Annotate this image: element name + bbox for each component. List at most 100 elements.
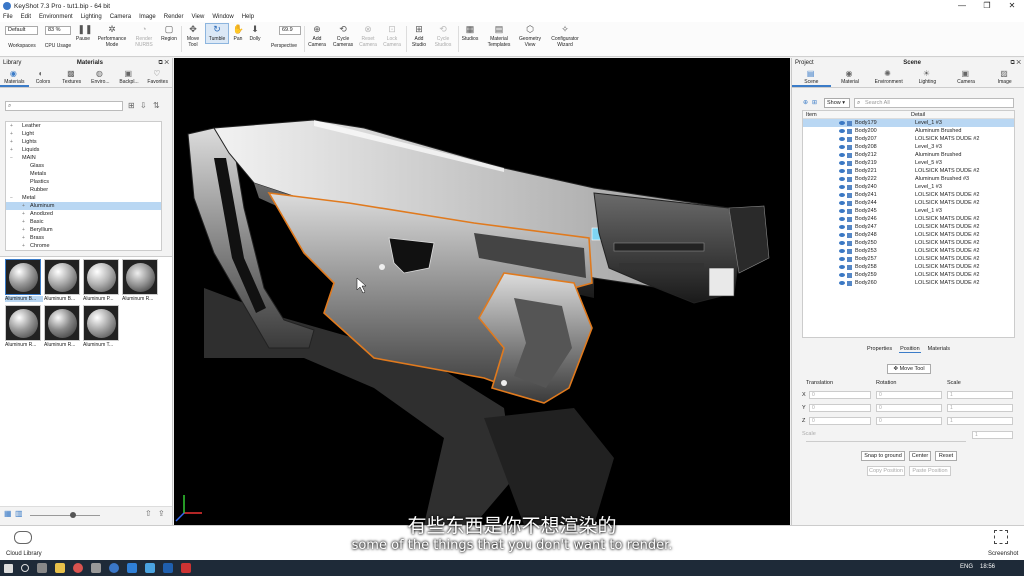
render-viewport[interactable] [174, 58, 790, 525]
add-camera-button[interactable]: ⊕ Add Camera [306, 24, 328, 48]
visibility-eye-icon[interactable] [839, 169, 845, 173]
scene-tree[interactable]: Item Detail Body179 Level_1 #3 Body200 Alumi… [802, 110, 1015, 338]
scene-row[interactable]: Body259 LOLSICK MATS DUDE #2 [803, 271, 1014, 279]
tab-textures[interactable]: ▩ Textures [57, 68, 86, 87]
menu-edit[interactable]: Edit [21, 14, 31, 20]
tab-materials[interactable]: ◉ Materials [0, 68, 29, 87]
keyshot-taskbar-icon[interactable] [109, 563, 119, 573]
scene-row[interactable]: Body222 Aluminum Brushed #3 [803, 175, 1014, 183]
subtab-materials[interactable]: Materials [927, 346, 951, 353]
library-search-input[interactable]: ⌕ [5, 101, 123, 111]
material-tree[interactable]: + Leather + Light + Lights + Liquids − MAIN G… [5, 121, 162, 251]
scene-row[interactable]: Body241 LOLSICK MATS DUDE #2 [803, 191, 1014, 199]
reset-camera-button[interactable]: ⊗ Reset Camera [357, 24, 379, 48]
visibility-eye-icon[interactable] [839, 225, 845, 229]
visibility-eye-icon[interactable] [839, 201, 845, 205]
visibility-eye-icon[interactable] [839, 193, 845, 197]
tree-item-beryllium[interactable]: + Beryllium [6, 226, 161, 234]
panel-pin-close-icon[interactable]: ⧉ ✕ [158, 60, 169, 67]
scale-x-field[interactable]: 1 [947, 391, 1013, 399]
tree-item-plastics[interactable]: Plastics [6, 178, 161, 186]
menu-image[interactable]: Image [139, 14, 156, 20]
studios-button[interactable]: ▦ Studios [459, 24, 481, 43]
visibility-eye-icon[interactable] [839, 121, 845, 125]
app-icon[interactable] [91, 563, 101, 573]
tree-item-liquids[interactable]: + Liquids [6, 146, 161, 154]
visibility-eye-icon[interactable] [839, 153, 845, 157]
start-icon[interactable] [4, 563, 13, 573]
tree-item-main[interactable]: − MAIN [6, 154, 161, 162]
tab-camera[interactable]: ▣ Camera [947, 68, 986, 87]
scale-z-field[interactable]: 1 [947, 417, 1013, 425]
menu-file[interactable]: File [3, 14, 13, 20]
tab-image[interactable]: ▨ Image [985, 68, 1024, 87]
move-tool-button[interactable]: ✥ Move Tool [183, 24, 203, 48]
visibility-eye-icon[interactable] [839, 265, 845, 269]
visibility-eye-icon[interactable] [839, 281, 845, 285]
visibility-eye-icon[interactable] [839, 233, 845, 237]
material-templates-button[interactable]: ▤ Material Templates [484, 24, 514, 48]
move-tool-button[interactable]: ✥ Move Tool [887, 364, 931, 374]
scene-row[interactable]: Body246 LOLSICK MATS DUDE #2 [803, 215, 1014, 223]
tab-environment[interactable]: ✺ Environment [869, 68, 908, 87]
tab-material[interactable]: ◉ Material [831, 68, 870, 87]
rotation-y-field[interactable]: 0 [876, 404, 942, 412]
add-studio-button[interactable]: ⊞ Add Studio [408, 24, 430, 48]
geometry-view-button[interactable]: ⬡ Geometry View [515, 24, 545, 48]
scene-row[interactable]: Body260 LOLSICK MATS DUDE #2 [803, 279, 1014, 287]
tree-item-metal[interactable]: − Metal [6, 194, 161, 202]
uniform-scale-field[interactable]: 1 [972, 431, 1013, 439]
scale-y-field[interactable]: 1 [947, 404, 1013, 412]
scene-row[interactable]: Body240 Level_1 #3 [803, 183, 1014, 191]
tab-lighting[interactable]: ☀ Lighting [908, 68, 947, 87]
paste-position-button[interactable]: Paste Position [909, 466, 951, 476]
menu-window[interactable]: Window [212, 14, 233, 20]
scene-row[interactable]: Body250 LOLSICK MATS DUDE #2 [803, 239, 1014, 247]
subtab-position[interactable]: Position [899, 346, 921, 353]
thumb-aluminum-4[interactable] [122, 259, 158, 295]
scene-row[interactable]: Body207 LOLSICK MATS DUDE #2 [803, 135, 1014, 143]
visibility-eye-icon[interactable] [839, 161, 845, 165]
translation-z-field[interactable]: 0 [809, 417, 871, 425]
app-icon[interactable] [163, 563, 173, 573]
visibility-eye-icon[interactable] [839, 209, 845, 213]
tree-item-chrome[interactable]: + Chrome [6, 242, 161, 250]
configurator-wizard-button[interactable]: ✧ Configurator Wizard [547, 24, 583, 48]
tree-item-brass[interactable]: + Brass [6, 234, 161, 242]
scene-row[interactable]: Body258 LOLSICK MATS DUDE #2 [803, 263, 1014, 271]
thumb-aluminum-7[interactable] [83, 305, 119, 341]
tab-scene[interactable]: ▤ Scene [792, 68, 831, 87]
tree-item-basic[interactable]: + Basic [6, 218, 161, 226]
scene-row[interactable]: Body179 Level_1 #3 [803, 119, 1014, 127]
thumb-aluminum-3[interactable] [83, 259, 119, 295]
translation-y-field[interactable]: 0 [809, 404, 871, 412]
visibility-eye-icon[interactable] [839, 273, 845, 277]
visibility-eye-icon[interactable] [839, 145, 845, 149]
app-icon[interactable] [181, 563, 191, 573]
dolly-button[interactable]: ⬇ Dolly [246, 24, 264, 43]
copy-position-button[interactable]: Copy Position [867, 466, 905, 476]
tree-item-lights[interactable]: + Lights [6, 138, 161, 146]
visibility-eye-icon[interactable] [839, 137, 845, 141]
tree-item-rubber[interactable]: Rubber [6, 186, 161, 194]
task-view-icon[interactable] [37, 563, 47, 573]
sync-icon[interactable]: ⇅ [153, 101, 160, 110]
center-button[interactable]: Center [909, 451, 931, 461]
visibility-eye-icon[interactable] [839, 257, 845, 261]
scene-search-input[interactable]: ⌕ Search All [854, 98, 1014, 108]
scene-row[interactable]: Body244 LOLSICK MATS DUDE #2 [803, 199, 1014, 207]
language-indicator[interactable]: ENG [960, 564, 973, 570]
lock-camera-button[interactable]: ⊡ Lock Camera [381, 24, 403, 48]
tab-environments[interactable]: ◍ Enviro... [86, 68, 115, 87]
scene-row[interactable]: Body247 LOLSICK MATS DUDE #2 [803, 223, 1014, 231]
region-button[interactable]: ▢ Region [158, 24, 180, 43]
app-icon[interactable] [145, 563, 155, 573]
menu-camera[interactable]: Camera [110, 14, 131, 20]
tree-item-aluminum[interactable]: + Aluminum [6, 202, 161, 210]
visibility-eye-icon[interactable] [839, 217, 845, 221]
panel-pin-close-icon[interactable]: ⧉ ✕ [1010, 60, 1021, 67]
visibility-eye-icon[interactable] [839, 177, 845, 181]
scale-slider[interactable] [806, 441, 966, 442]
workspace-select[interactable]: Default [5, 26, 38, 35]
cpu-usage-select[interactable]: 83 % [45, 26, 71, 35]
